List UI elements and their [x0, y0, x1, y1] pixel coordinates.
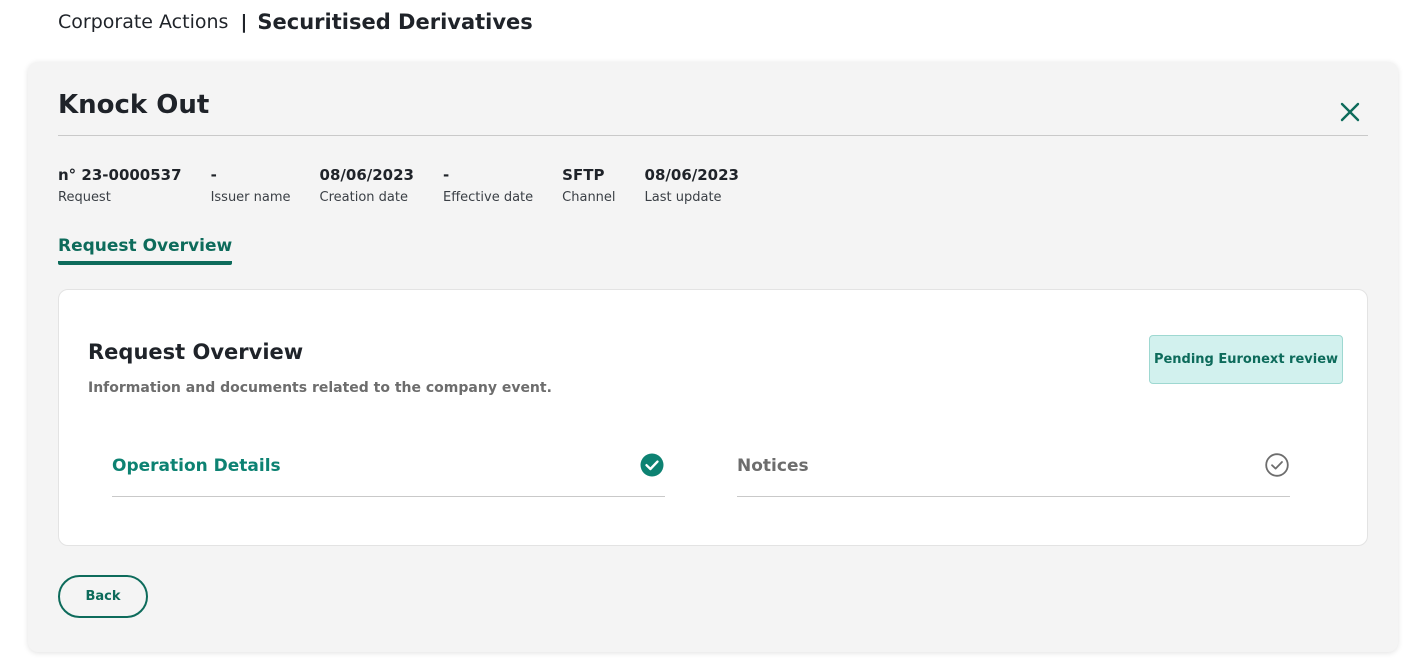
meta-value: SFTP: [562, 166, 605, 184]
meta-label: Channel: [562, 190, 616, 205]
request-overview-card: Request Overview Information and documen…: [58, 289, 1368, 546]
card-subtitle: Information and documents related to the…: [88, 380, 552, 396]
page-title: Knock Out: [58, 90, 210, 120]
meta-issuer-name: - Issuer name: [211, 166, 291, 205]
meta-value: 08/06/2023: [319, 166, 414, 184]
check-circle-filled-icon: [640, 453, 664, 477]
meta-value: 08/06/2023: [644, 166, 739, 184]
tab-request-overview[interactable]: Request Overview: [58, 236, 233, 265]
meta-effective-date: - Effective date: [443, 166, 533, 205]
meta-last-update: 08/06/2023 Last update: [645, 166, 739, 205]
close-icon: [1340, 102, 1360, 122]
section-label: Operation Details: [112, 456, 281, 476]
section-operation-details[interactable]: Operation Details: [112, 448, 665, 497]
meta-value: -: [442, 166, 450, 184]
meta-label: Last update: [644, 190, 722, 205]
section-notices[interactable]: Notices: [737, 448, 1290, 497]
status-badge: Pending Euronext review: [1149, 335, 1343, 384]
title-divider: [58, 135, 1368, 136]
breadcrumb-current: Securitised Derivatives: [257, 10, 533, 34]
request-panel: Knock Out n° 23-0000537 Request - Issuer…: [28, 62, 1398, 652]
breadcrumb: Corporate Actions | Securitised Derivati…: [58, 10, 533, 34]
meta-channel: SFTP Channel: [562, 166, 615, 205]
card-title: Request Overview: [88, 340, 304, 364]
meta-value: n° 23-0000537: [58, 166, 182, 184]
back-button[interactable]: Back: [58, 575, 148, 618]
breadcrumb-separator: |: [240, 11, 248, 33]
check-circle-outline-icon: [1265, 453, 1289, 477]
meta-label: Effective date: [442, 190, 534, 205]
meta-value: -: [210, 166, 217, 184]
meta-label: Request: [58, 190, 111, 205]
request-meta: n° 23-0000537 Request - Issuer name 08/0…: [58, 166, 768, 205]
meta-label: Creation date: [319, 190, 408, 205]
breadcrumb-parent[interactable]: Corporate Actions: [58, 11, 228, 33]
section-label: Notices: [737, 456, 809, 476]
meta-creation-date: 08/06/2023 Creation date: [320, 166, 414, 205]
meta-label: Issuer name: [210, 190, 291, 205]
meta-request: n° 23-0000537 Request: [58, 166, 182, 205]
close-button[interactable]: [1336, 98, 1364, 126]
